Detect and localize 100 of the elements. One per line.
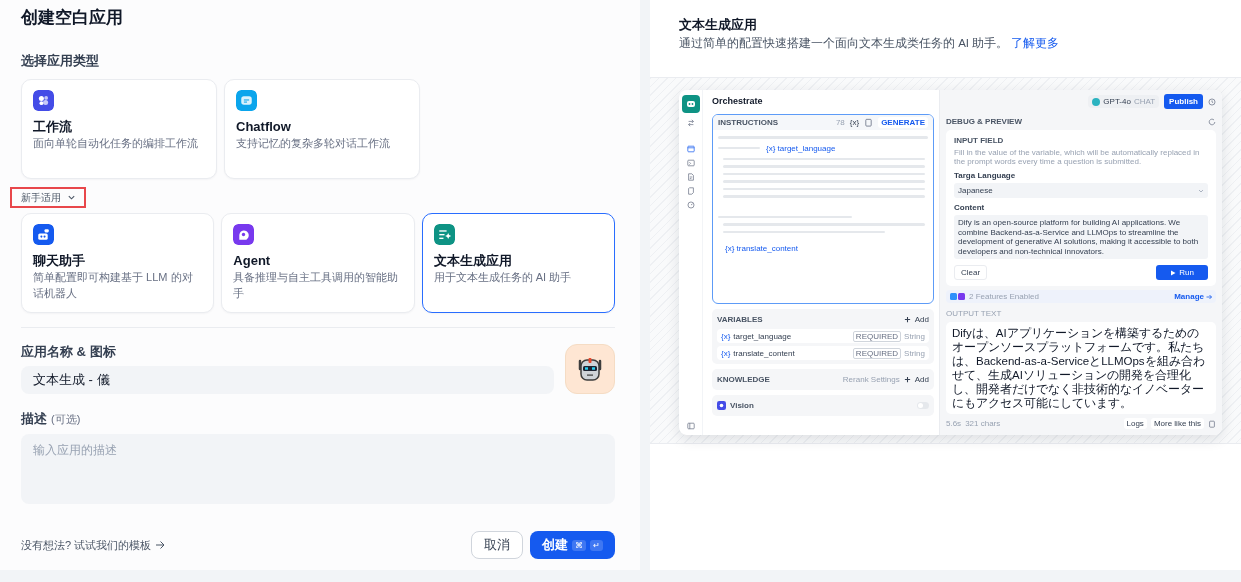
swap-icon[interactable] <box>686 119 695 127</box>
plus-icon <box>903 376 911 383</box>
app-type-icon <box>233 224 255 245</box>
note-icon[interactable] <box>686 187 695 195</box>
section-label: OUTPUT TEXT <box>946 309 1003 318</box>
document-icon[interactable] <box>686 173 695 181</box>
model-selector[interactable]: GPT-4o CHAT <box>1088 95 1160 108</box>
arrow-right-icon <box>1206 293 1212 300</box>
app-type-icon <box>33 90 54 111</box>
app-type-name: 工作流 <box>33 119 72 135</box>
variable-type: String <box>904 348 925 358</box>
variable-token: {x} target_language <box>766 143 836 153</box>
play-icon <box>1170 269 1177 276</box>
feature-icons <box>950 293 966 300</box>
section-label: 描述 <box>21 411 47 427</box>
clipboard-icon[interactable] <box>864 118 874 127</box>
mode-label: CHAT <box>1133 97 1156 106</box>
vision-toggle[interactable] <box>917 402 929 409</box>
arrow-right-icon <box>155 540 166 550</box>
gauge-icon[interactable] <box>686 201 695 209</box>
terminal-icon[interactable] <box>686 159 695 167</box>
variable-type: String <box>904 331 925 341</box>
variable-icon: {x} <box>721 348 731 358</box>
model-icon <box>1092 97 1101 106</box>
elapsed-time: 5.6s <box>946 419 962 428</box>
language-select[interactable]: Japanese <box>954 183 1208 198</box>
app-type-card[interactable]: 文本生成应用 用于文本生成任务的 AI 助手 <box>421 213 615 313</box>
app-icon-button[interactable] <box>565 344 615 394</box>
window-icon[interactable] <box>686 145 695 153</box>
dialog-title: 创建空白应用 <box>21 8 124 28</box>
app-type-card[interactable]: Agent 具备推理与自主工具调用的智能助手 <box>221 213 415 313</box>
publish-button[interactable]: Publish <box>1164 94 1203 109</box>
variable-row[interactable]: {x} translate_content REQUIRED String <box>717 346 929 360</box>
required-badge: REQUIRED <box>852 347 902 359</box>
clear-button[interactable]: Clear <box>954 265 988 280</box>
create-button[interactable]: 创建 ⌘ ↵ <box>530 531 615 559</box>
section-label: DEBUG & PREVIEW <box>946 117 1022 126</box>
description-field[interactable]: 输入应用的描述 <box>21 434 615 504</box>
cancel-button[interactable]: 取消 <box>471 531 523 559</box>
history-icon[interactable] <box>1208 97 1216 106</box>
app-type-card[interactable]: Chatflow 支持记忆的复杂多轮对话工作流 <box>224 79 420 179</box>
variable-name: translate_content <box>733 348 795 358</box>
chevron-down-icon <box>1198 187 1204 194</box>
section-label: INPUT FIELD <box>954 136 1005 145</box>
output-text: Difyは、AIアプリケーションを構築するためのオープンソースプラットフォームです。私たちは、Backend-as-a-ServiceとLLMOpsを組み合わせて、生成AIソリューションの開発を合理化し、開発者だけでなく非技術的なイノベーターにもアクセス可能にしています。 <box>946 322 1216 414</box>
more-like-this-button[interactable]: More like this <box>1150 418 1204 429</box>
section-label: KNOWLEDGE <box>717 375 770 384</box>
app-type-name: 聊天助手 <box>33 253 85 269</box>
insert-variable-button[interactable]: {x} <box>849 118 860 127</box>
app-type-icon <box>236 90 257 111</box>
app-name-field[interactable]: 文本生成 - 儀 <box>21 366 554 394</box>
variable-icon: {x} <box>721 331 731 341</box>
section-label: 应用名称 & 图标 <box>21 344 117 360</box>
character-count: 321 chars <box>965 419 1001 428</box>
section-label: INSTRUCTIONS <box>718 118 778 127</box>
refresh-icon[interactable] <box>1208 117 1216 126</box>
required-badge: REQUIRED <box>852 330 902 342</box>
content-field[interactable]: Dify is an open-source platform for building AI applications. We combine Backend-as-a-Service and LLMOps to streamline the development of generative AI solutions, making it accessible to both developers and non-technical innovators. <box>954 215 1208 259</box>
copy-icon[interactable] <box>1208 419 1216 428</box>
manage-link[interactable]: Manage <box>1174 292 1212 301</box>
plus-icon <box>903 316 911 323</box>
add-button[interactable]: Add <box>914 315 929 324</box>
app-type-name: Agent <box>233 253 271 269</box>
app-type-description: 具备推理与自主工具调用的智能助手 <box>233 270 400 301</box>
run-button[interactable]: Run <box>1156 265 1208 280</box>
variable-token: {x} translate_content <box>725 244 799 253</box>
caret-icon <box>67 193 76 202</box>
preview-title: 文本生成应用 <box>679 16 757 34</box>
beginner-toggle[interactable]: 新手适用 <box>10 187 86 208</box>
field-label: Targa Language <box>954 171 1017 180</box>
generate-button[interactable]: GENERATE <box>878 117 928 128</box>
app-type-icon <box>433 224 455 245</box>
app-type-icon <box>33 224 54 245</box>
app-type-description: 用于文本生成任务的 AI 助手 <box>433 270 573 285</box>
app-type-description: 支持记忆的复杂多轮对话工作流 <box>236 136 391 151</box>
variable-name: target_language <box>733 331 792 341</box>
eye-icon <box>717 401 726 410</box>
app-type-card[interactable]: 工作流 面向单轮自动化任务的编排工作流 <box>21 79 217 179</box>
variable-row[interactable]: {x} target_language REQUIRED String <box>717 329 929 343</box>
section-label: VARIABLES <box>717 315 763 324</box>
preview-description: 通过简单的配置快速搭建一个面向文本生成类任务的 AI 助手。 了解更多 <box>679 36 1061 51</box>
template-link[interactable]: 没有想法? 试试我们的模板 <box>21 537 152 553</box>
app-type-description: 面向单轮自动化任务的编排工作流 <box>33 136 199 151</box>
panel-icon[interactable] <box>686 422 695 430</box>
learn-more-link[interactable]: 了解更多 <box>1011 37 1060 49</box>
optional-hint: (可选) <box>51 412 81 427</box>
app-type-description: 简单配置即可构建基于 LLM 的对话机器人 <box>33 270 194 301</box>
app-type-card[interactable]: 聊天助手 简单配置即可构建基于 LLM 的对话机器人 <box>21 213 215 313</box>
logs-button[interactable]: Logs <box>1123 418 1147 429</box>
instructions-editor[interactable]: INSTRUCTIONS 78 {x} GENERATE {x} target_language {x} translate_content <box>712 114 934 304</box>
add-button[interactable]: Add <box>914 375 929 384</box>
app-type-name: 文本生成应用 <box>433 253 512 269</box>
page-title: Orchestrate <box>712 96 764 108</box>
section-label: Vision <box>730 401 754 410</box>
app-type-name: Chatflow <box>236 119 291 135</box>
features-count: 2 Features Enabled <box>969 292 1039 301</box>
field-label: Content <box>954 203 986 212</box>
model-name: GPT-4o <box>1103 97 1131 106</box>
character-count: 78 <box>835 118 845 127</box>
hint-text: Fill in the value of the variable, which will be automatically replaced in the prompt words every time a question is submitted. <box>954 148 1201 166</box>
